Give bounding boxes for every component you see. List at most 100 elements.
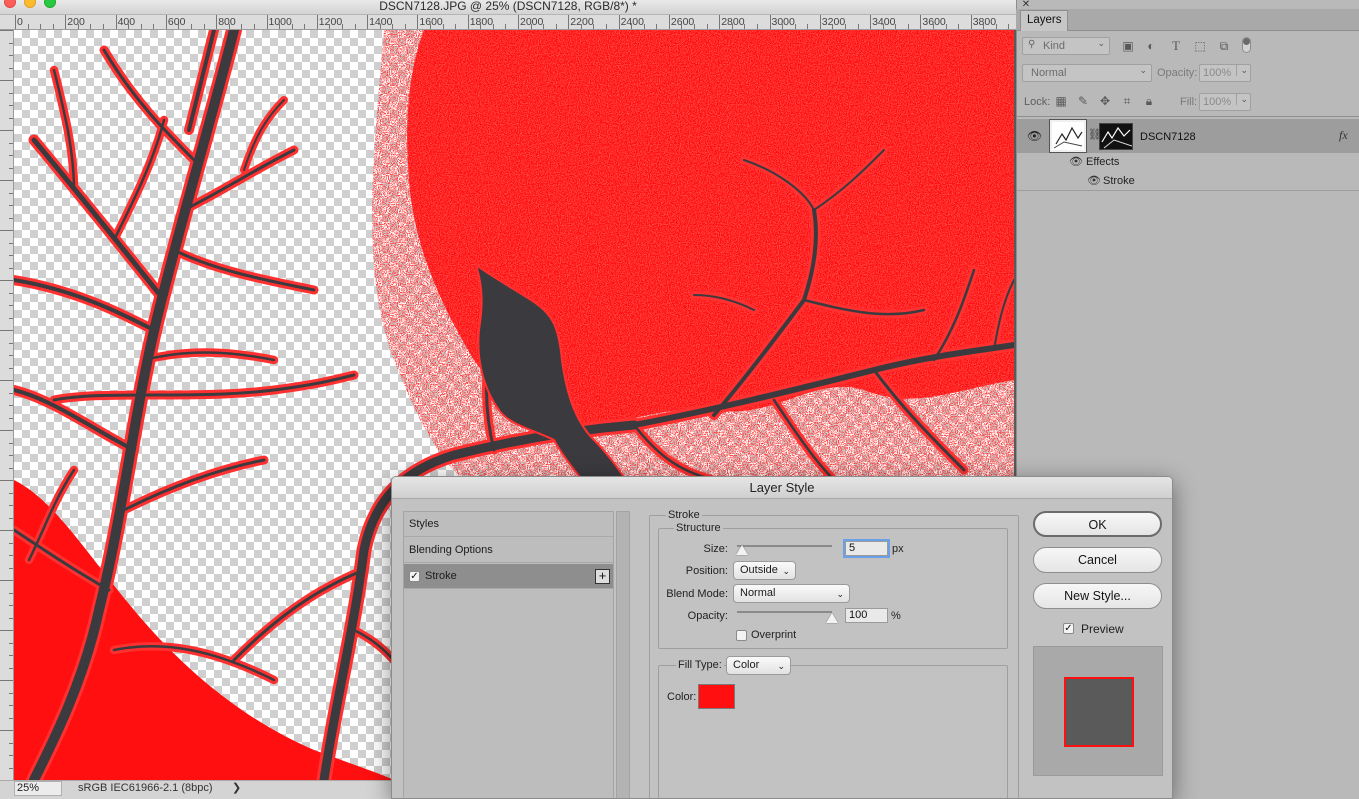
ruler-minor-tick xyxy=(0,380,13,381)
branch-stroke-11 xyxy=(109,115,169,245)
ruler-minor-tick xyxy=(9,592,13,594)
stroke-color-swatch[interactable] xyxy=(698,684,735,709)
vertical-ruler[interactable] xyxy=(0,30,14,780)
lock-all-icon[interactable]: 🔒︎ xyxy=(1141,93,1157,109)
layer-blend-mode-select[interactable]: Normal ⌄ xyxy=(1022,64,1152,82)
fill-value: 100% xyxy=(1203,96,1232,108)
ruler-minor-tick xyxy=(643,24,645,29)
filter-toggle-switch[interactable] xyxy=(1242,37,1251,53)
new-style-button[interactable]: New Style... xyxy=(1033,583,1162,609)
ruler-minor-tick xyxy=(606,24,608,29)
horizontal-ruler[interactable]: 0 200 400 600 800 1000 1200 1400 1600 1800 2000 220… xyxy=(0,15,1016,30)
ruler-minor-tick xyxy=(580,24,582,29)
stroke-enable-checkbox[interactable]: ✓ xyxy=(409,571,420,582)
ruler-minor-tick xyxy=(9,405,13,406)
ruler-tick-label: 1600 xyxy=(419,16,443,28)
filter-type-icon[interactable]: T xyxy=(1168,38,1184,54)
ruler-minor-tick xyxy=(9,67,13,69)
position-select[interactable]: Outside ⌄ xyxy=(733,561,796,580)
ruler-minor-tick xyxy=(9,192,13,194)
ruler-tick xyxy=(266,15,268,29)
ruler-tick-label: 2000 xyxy=(520,16,544,28)
ruler-tick xyxy=(115,15,117,29)
ruler-minor-tick xyxy=(9,517,13,519)
filter-smart-object-icon[interactable]: ⧉ xyxy=(1216,38,1232,54)
effects-visibility-eye-icon[interactable]: 👁︎ xyxy=(1069,155,1083,168)
layer-thumbnail-image xyxy=(1053,126,1083,149)
size-slider-thumb[interactable] xyxy=(735,545,748,555)
red-noise-texture xyxy=(372,30,1014,500)
ruler-tick xyxy=(970,15,972,29)
stroke-effect-row[interactable] xyxy=(1017,172,1359,191)
ruler-minor-tick xyxy=(0,130,13,131)
layer-name[interactable]: DSCN7128 xyxy=(1140,131,1196,143)
document-title-bar[interactable]: DSCN7128.JPG @ 25% (DSCN7128, RGB/8*) * xyxy=(0,0,1016,15)
ruler-minor-tick xyxy=(631,24,633,29)
ruler-tick-label: 1200 xyxy=(318,16,343,28)
layer-filter-kind-select[interactable]: ⚲ Kind ⌄ xyxy=(1022,37,1110,55)
ruler-minor-tick xyxy=(9,742,13,744)
style-item-label: Styles xyxy=(409,518,439,530)
opacity-input[interactable]: 100 xyxy=(845,608,888,623)
status-menu-arrow-icon[interactable]: ❯ xyxy=(232,781,241,794)
layer-opacity-field[interactable]: 100% ⌄ xyxy=(1199,64,1251,82)
color-label: Color: xyxy=(667,691,697,703)
lock-transparent-icon[interactable]: ▦ xyxy=(1053,93,1069,109)
filter-pixel-icon[interactable]: ▣ xyxy=(1120,38,1136,54)
lock-image-brush-icon[interactable]: ✎ xyxy=(1075,93,1091,109)
document-profile-info[interactable]: sRGB IEC61966-2.1 (8bpc) xyxy=(78,782,213,794)
layer-mask-image xyxy=(1101,126,1132,149)
eye-visibility-icon[interactable]: 👁︎ xyxy=(1027,129,1042,143)
opacity-slider-track[interactable] xyxy=(737,611,832,613)
lock-artboard-icon[interactable]: ⌗ xyxy=(1119,93,1135,109)
size-slider-track[interactable] xyxy=(737,545,832,547)
ruler-minor-tick xyxy=(9,205,13,206)
zoom-level-field[interactable]: 25% xyxy=(14,781,62,796)
blend-mode-select[interactable]: Normal ⌄ xyxy=(733,584,850,603)
stroke-section-title: Stroke xyxy=(666,509,702,521)
stroke-visibility-eye-icon[interactable]: 👁︎ xyxy=(1087,174,1101,187)
layer-effects-fx-icon[interactable]: fx xyxy=(1339,128,1348,143)
ruler-minor-tick xyxy=(9,555,13,556)
ruler-minor-tick xyxy=(9,505,13,506)
ruler-minor-tick xyxy=(9,292,13,294)
filter-shape-icon[interactable]: ⬚ xyxy=(1192,38,1208,54)
chevron-down-icon: ⌄ xyxy=(1236,94,1248,105)
ruler-tick-label: 3000 xyxy=(771,16,795,28)
ruler-minor-tick xyxy=(756,24,758,29)
style-item-stroke[interactable]: ✓ Stroke + xyxy=(404,564,613,589)
ruler-minor-tick xyxy=(103,24,105,29)
layer-thumbnail[interactable] xyxy=(1049,119,1087,153)
cancel-button[interactable]: Cancel xyxy=(1033,547,1162,573)
style-item-blending-options[interactable]: Blending Options xyxy=(404,538,613,563)
ruler-minor-tick xyxy=(0,580,13,581)
ruler-tick-label: 1000 xyxy=(268,16,292,28)
tab-layers[interactable]: Layers xyxy=(1020,10,1068,31)
layer-mask-thumbnail[interactable] xyxy=(1099,123,1133,150)
layer-fill-field[interactable]: 100% ⌄ xyxy=(1199,93,1251,111)
ruler-minor-tick xyxy=(9,767,13,769)
opacity-slider-thumb[interactable] xyxy=(826,613,838,623)
preview-checkbox[interactable]: ✓ xyxy=(1063,623,1074,634)
ruler-minor-tick xyxy=(9,242,13,244)
filter-adjustment-icon[interactable]: ◐ xyxy=(1143,38,1159,54)
lock-position-move-icon[interactable]: ✥ xyxy=(1097,93,1113,109)
styles-list-scrollbar[interactable] xyxy=(616,511,630,798)
ruler-tick-label: 3800 xyxy=(972,16,997,28)
ruler-minor-tick xyxy=(882,24,884,29)
ok-button[interactable]: OK xyxy=(1033,511,1162,537)
add-stroke-plus-icon[interactable]: + xyxy=(595,569,610,584)
style-item-styles[interactable]: Styles xyxy=(404,512,613,537)
ruler-minor-tick xyxy=(9,392,13,394)
ruler-minor-tick xyxy=(480,24,482,29)
overprint-checkbox[interactable] xyxy=(736,630,747,641)
ruler-minor-tick xyxy=(543,24,545,29)
branch-stroke-5 xyxy=(119,455,269,515)
fill-type-select[interactable]: Color ⌄ xyxy=(726,656,791,675)
dialog-title[interactable]: Layer Style xyxy=(392,477,1172,499)
ruler-minor-tick xyxy=(807,24,809,29)
position-value: Outside xyxy=(740,564,778,576)
size-input[interactable]: 5 xyxy=(843,539,890,558)
stroke-effect-label: Stroke xyxy=(1103,175,1135,187)
opacity-unit: % xyxy=(891,610,901,622)
